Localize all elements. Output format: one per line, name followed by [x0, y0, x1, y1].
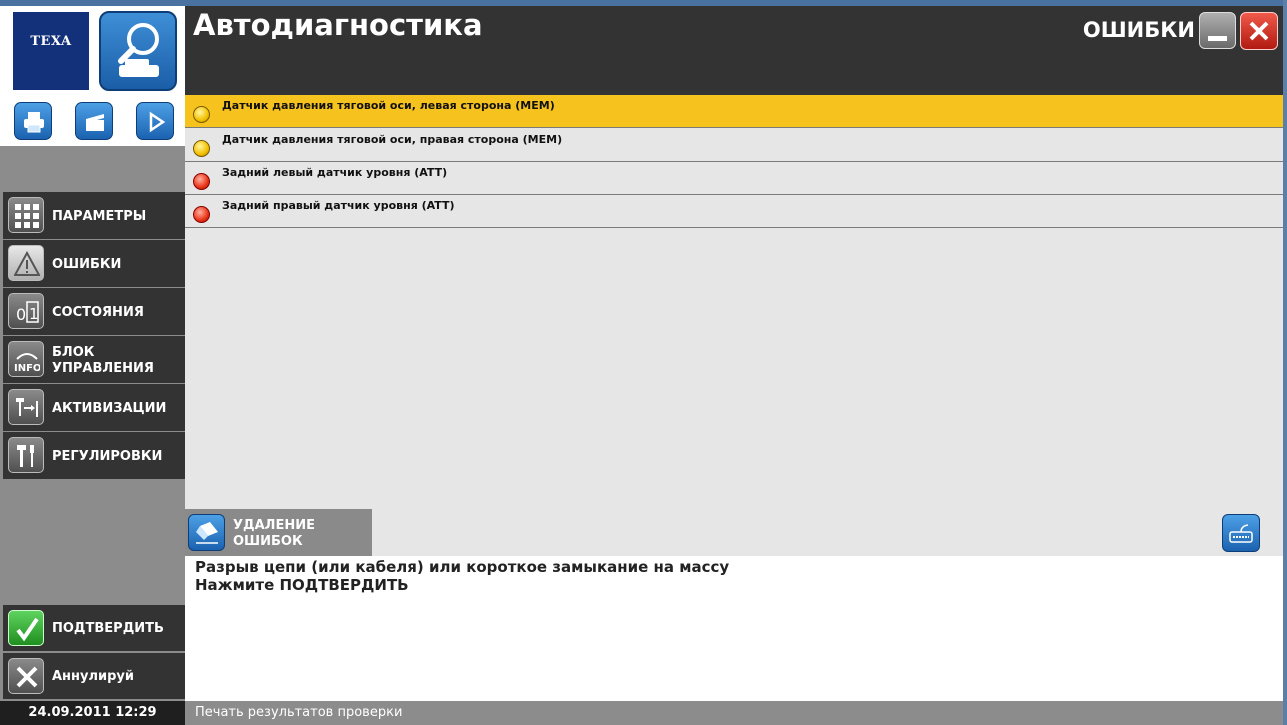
close-window-button[interactable] [1240, 12, 1278, 50]
confirm-button[interactable]: ПОДТВЕРДИТЬ [3, 605, 185, 651]
clapboard-button[interactable] [75, 102, 113, 140]
erase-label-line1: УДАЛЕНИЕ [233, 518, 315, 533]
error-row[interactable]: Датчик давления тяговой оси, левая сторо… [185, 95, 1283, 128]
sidebar-item-activations[interactable]: АКТИВИЗАЦИИ [3, 384, 185, 431]
error-text: Задний правый датчик уровня (ATT) [222, 199, 455, 212]
play-icon [149, 111, 166, 133]
activation-icon [8, 389, 44, 425]
sidebar-item-label: АКТИВИЗАЦИИ [52, 401, 167, 416]
magnifier-truck-icon [118, 23, 159, 77]
sidebar-item-adjustments[interactable]: РЕГУЛИРОВКИ [3, 432, 185, 479]
svg-text:0: 0 [16, 305, 26, 324]
error-text: Датчик давления тяговой оси, правая стор… [222, 133, 563, 146]
sidebar-item-label-line1: БЛОК [52, 345, 95, 360]
status-dot-red-icon [193, 206, 210, 223]
desktop-background-edge [1283, 0, 1287, 725]
tools-icon [8, 437, 44, 473]
error-row[interactable]: Задний правый датчик уровня (ATT) [185, 195, 1283, 228]
sidebar-item-control-unit[interactable]: INFO БЛОК УПРАВЛЕНИЯ [3, 336, 185, 383]
message-panel: Разрыв цепи (или кабеля) или короткое за… [185, 556, 1283, 701]
keyboard-button[interactable] [1222, 514, 1260, 552]
sidebar-item-label: ОШИБКИ [52, 257, 122, 272]
section-title: ОШИБКИ [1082, 18, 1195, 42]
error-text: Задний левый датчик уровня (ATT) [222, 166, 448, 179]
svg-text:INFO: INFO [14, 363, 40, 373]
close-icon [8, 658, 44, 694]
sidebar-item-label-line2: УПРАВЛЕНИЯ [52, 361, 154, 376]
play-button[interactable] [136, 102, 174, 140]
message-line: Нажмите ПОДТВЕРДИТЬ [195, 576, 409, 594]
printer-icon [24, 112, 44, 133]
app-title: Автодиагностика [193, 8, 483, 42]
print-button[interactable] [14, 102, 52, 140]
sidebar-item-states[interactable]: 0 1 СОСТОЯНИЯ [3, 288, 185, 335]
eraser-icon [188, 514, 225, 551]
svg-text:1: 1 [29, 305, 39, 323]
info-icon: INFO [8, 341, 44, 377]
error-row[interactable]: Задний левый датчик уровня (ATT) [185, 162, 1283, 195]
binary-state-icon: 0 1 [8, 293, 44, 329]
status-dot-yellow-icon [193, 106, 210, 123]
logo-area: TEXA [0, 6, 185, 96]
sidebar-item-label: СОСТОЯНИЯ [52, 305, 144, 320]
autodiagnostics-app-icon [99, 11, 177, 91]
action-bar: УДАЛЕНИЕ ОШИБОК [185, 509, 1283, 556]
sidebar-item-label: РЕГУЛИРОВКИ [52, 449, 163, 464]
close-icon [1249, 21, 1269, 41]
error-text: Датчик давления тяговой оси, левая сторо… [222, 99, 555, 112]
sidebar-item-parameters[interactable]: ПАРАМЕТРЫ [3, 192, 185, 239]
texa-logo: TEXA [13, 12, 89, 90]
grid-icon [8, 197, 44, 233]
datetime-display: 24.09.2011 12:29 [0, 701, 185, 725]
status-dot-red-icon [193, 173, 210, 190]
confirm-label: ПОДТВЕРДИТЬ [52, 621, 164, 636]
checkmark-icon [8, 610, 44, 646]
error-list: Датчик давления тяговой оси, левая сторо… [185, 95, 1283, 509]
cancel-label: Аннулируй [52, 669, 135, 684]
keyboard-icon [1229, 524, 1253, 543]
warning-icon [8, 245, 44, 281]
minimize-button[interactable] [1199, 12, 1236, 49]
sidebar-item-errors[interactable]: ОШИБКИ [3, 240, 185, 287]
toolbar [0, 96, 185, 146]
erase-label-line2: ОШИБОК [233, 534, 303, 549]
cancel-button[interactable]: Аннулируй [3, 653, 185, 699]
clapboard-icon [86, 114, 104, 131]
sidebar-item-label: ПАРАМЕТРЫ [52, 209, 147, 224]
sidebar: TEXA ПАРАМЕТРЫ ОШИБКИ 0 1 СОСТОЯНИЯ INFO… [0, 6, 185, 725]
message-line: Разрыв цепи (или кабеля) или короткое за… [195, 558, 730, 576]
status-dot-yellow-icon [193, 140, 210, 157]
erase-errors-button[interactable]: УДАЛЕНИЕ ОШИБОК [185, 509, 372, 556]
error-row[interactable]: Датчик давления тяговой оси, правая стор… [185, 129, 1283, 162]
status-bar: Печать результатов проверки [185, 701, 1283, 725]
status-text: Печать результатов проверки [195, 705, 403, 720]
window-header: Автодиагностика ОШИБКИ [185, 6, 1283, 95]
